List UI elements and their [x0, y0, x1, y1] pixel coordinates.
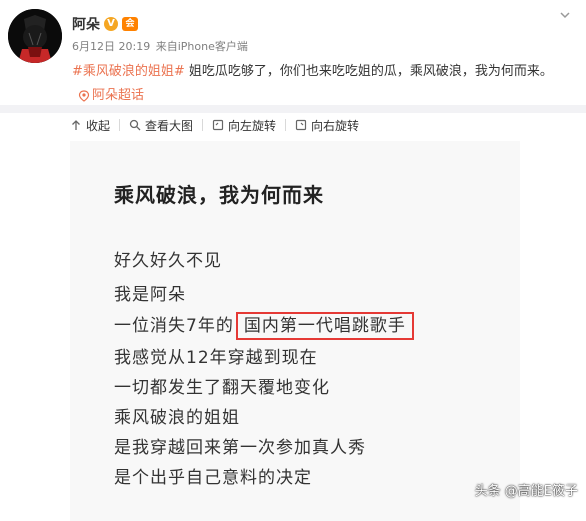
view-large-label: 查看大图 — [145, 118, 194, 133]
watermark: 头条 @高能E筱子 — [474, 484, 578, 499]
collapse-label: 收起 — [86, 118, 111, 133]
rotate-right-label: 向右旋转 — [311, 118, 360, 133]
section-divider — [0, 105, 586, 113]
image-line: 乘风破浪的姐姐 — [114, 408, 240, 428]
hashtag-link[interactable]: #乘风破浪的姐姐# — [72, 64, 185, 79]
image-line: 我感觉从12年穿越到现在 — [114, 348, 318, 368]
image-line: 一位消失7年的 — [114, 316, 234, 336]
post-body: #乘风破浪的姐姐# 姐吃瓜吃够了，你们也来吃吃姐的瓜，乘风破浪，我为何而来。 阿… — [72, 60, 572, 111]
rotate-right-icon — [295, 119, 307, 131]
zoom-icon — [129, 119, 141, 131]
rotate-left-label: 向左旋转 — [228, 118, 277, 133]
post-meta: 6月12日 20:19 来自iPhone客户端 — [72, 38, 250, 54]
chevron-down-icon[interactable] — [558, 8, 572, 22]
username[interactable]: 阿朵 — [72, 14, 100, 34]
image-line: 一切都发生了翻天覆地变化 — [114, 378, 330, 398]
avatar[interactable] — [8, 9, 62, 63]
image-toolbar: 收起 查看大图 向左旋转 向右旋转 — [70, 114, 368, 136]
rotate-right-button[interactable]: 向右旋转 — [286, 117, 368, 134]
vip-badge-icon: V — [104, 17, 118, 31]
member-badge-icon: 会 — [122, 17, 138, 31]
highlight-box: 国内第一代唱跳歌手 — [235, 312, 414, 340]
image-line: 我是阿朵 — [114, 285, 186, 305]
image-title: 乘风破浪，我为何而来 — [114, 183, 324, 207]
collapse-button[interactable]: 收起 — [70, 117, 119, 134]
post-author[interactable]: 阿朵 V 会 — [72, 14, 138, 34]
supertopic-icon — [78, 90, 90, 102]
image-line-with-highlight: 一位消失7年的 国内第一代唱跳歌手 — [114, 311, 414, 340]
post-image[interactable]: 乘风破浪，我为何而来 好久好久不见 我是阿朵 一位消失7年的 国内第一代唱跳歌手 … — [70, 141, 520, 521]
rotate-left-icon — [212, 119, 224, 131]
view-large-button[interactable]: 查看大图 — [120, 117, 202, 134]
collapse-icon — [72, 120, 80, 130]
post-source: 来自iPhone客户端 — [155, 40, 248, 53]
post-timestamp[interactable]: 6月12日 20:19 — [72, 40, 150, 53]
image-line: 好久好久不见 — [114, 251, 222, 271]
post-text: 姐吃瓜吃够了，你们也来吃吃姐的瓜，乘风破浪，我为何而来。 — [184, 64, 553, 79]
image-line: 是我穿越回来第一次参加真人秀 — [114, 438, 366, 458]
rotate-left-button[interactable]: 向左旋转 — [203, 117, 285, 134]
avatar-image — [8, 9, 62, 63]
image-line: 是个出乎自己意料的决定 — [114, 468, 312, 488]
